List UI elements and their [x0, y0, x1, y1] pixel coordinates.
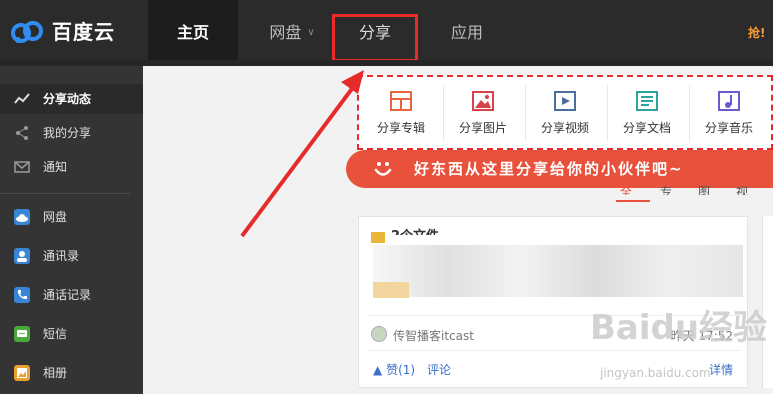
sidebar-item-label: 通话记录: [43, 288, 92, 302]
sms-icon: [14, 326, 30, 342]
sidebar-item-label: 短信: [43, 327, 68, 341]
watermark-url: jingyan.baidu.com: [600, 366, 711, 380]
share-album-label: 分享专辑: [376, 121, 425, 135]
share-video-label: 分享视频: [540, 121, 589, 135]
share-type-panel: 分享专辑 分享图片 分享视频 分享文档 分享音乐: [357, 75, 773, 150]
sidebar-item-notification[interactable]: 通知: [0, 152, 143, 182]
sidebar-item-contacts[interactable]: 通讯录: [0, 241, 143, 271]
tab-video[interactable]: 视频: [736, 186, 748, 195]
blurred-thumbnail: [373, 282, 409, 298]
nav-disk[interactable]: 网盘 ∨: [242, 0, 342, 60]
share-icon: [16, 126, 28, 140]
highlight-box: [332, 14, 418, 62]
share-banner: 好东西从这里分享给你的小伙伴吧~: [346, 150, 773, 188]
sidebar-item-sms[interactable]: 短信: [0, 319, 143, 349]
comment-button[interactable]: 评论: [427, 361, 451, 378]
sidebar-item-disk[interactable]: 网盘: [0, 202, 143, 232]
video-icon: [554, 91, 576, 111]
thumbs-up-icon: ▲: [373, 363, 383, 377]
banner-text: 好东西从这里分享给你的小伙伴吧~: [414, 160, 684, 178]
folder-icon: [371, 232, 385, 243]
sidebar-item-activity[interactable]: 分享动态: [0, 84, 143, 114]
watermark-brand: Baidu经验: [590, 308, 768, 348]
sidebar-item-label: 通知: [43, 160, 68, 174]
call-log-icon: [14, 287, 30, 303]
share-image-button[interactable]: 分享图片: [443, 87, 523, 147]
baidu-cloud-logo[interactable]: 百度云: [10, 17, 130, 47]
smile-icon: [374, 162, 392, 176]
activity-icon: [14, 93, 30, 104]
document-icon: [636, 91, 658, 111]
nav-home-label: 主页: [176, 23, 209, 42]
share-music-label: 分享音乐: [704, 121, 753, 135]
tab-album[interactable]: 专辑: [660, 186, 672, 195]
share-album-button[interactable]: 分享专辑: [361, 87, 441, 147]
share-document-button[interactable]: 分享文档: [607, 87, 687, 147]
mail-icon: [14, 161, 30, 173]
sidebar-item-my-share[interactable]: 我的分享: [0, 118, 143, 148]
image-icon: [472, 91, 494, 111]
album-icon: [14, 365, 30, 381]
share-image-label: 分享图片: [458, 121, 507, 135]
tab-active-underline: [616, 200, 650, 202]
contacts-icon: [14, 248, 30, 264]
share-document-label: 分享文档: [622, 121, 671, 135]
sidebar-item-label: 通讯录: [43, 249, 80, 263]
nav-home[interactable]: 主页: [148, 0, 238, 60]
chevron-down-icon: ∨: [307, 27, 315, 38]
sidebar-item-label: 网盘: [43, 210, 68, 224]
tab-all[interactable]: 全部: [620, 186, 632, 195]
sidebar-item-label: 相册: [43, 366, 68, 380]
sidebar-item-call-log[interactable]: 通话记录: [0, 280, 143, 310]
cloud-logo-icon: [11, 21, 43, 43]
like-label: 赞(1): [386, 363, 416, 377]
sidebar-item-album[interactable]: 相册: [0, 358, 143, 388]
sidebar: 分享动态 我的分享 通知 网盘 通讯录 通话记录 短信 相册: [0, 66, 143, 394]
tab-image[interactable]: 图片: [698, 186, 710, 195]
cloud-icon: [14, 209, 30, 225]
avatar[interactable]: [371, 326, 387, 342]
share-video-button[interactable]: 分享视频: [525, 87, 605, 147]
nav-app[interactable]: 应用: [422, 0, 512, 60]
like-button[interactable]: ▲ 赞(1): [373, 361, 415, 378]
logo-text: 百度云: [52, 20, 115, 44]
nav-disk-label: 网盘: [269, 23, 302, 42]
album-icon: [390, 91, 412, 111]
blurred-content: [373, 245, 743, 297]
sidebar-item-label: 分享动态: [43, 92, 92, 106]
grab-link[interactable]: 抢!: [748, 24, 765, 41]
card-title[interactable]: 2个文件: [391, 225, 439, 235]
card-author[interactable]: 传智播客itcast: [393, 327, 474, 344]
music-icon: [718, 91, 740, 111]
nav-app-label: 应用: [450, 23, 483, 42]
sidebar-divider: [0, 193, 130, 194]
sidebar-item-label: 我的分享: [43, 126, 92, 140]
share-music-button[interactable]: 分享音乐: [689, 87, 769, 147]
